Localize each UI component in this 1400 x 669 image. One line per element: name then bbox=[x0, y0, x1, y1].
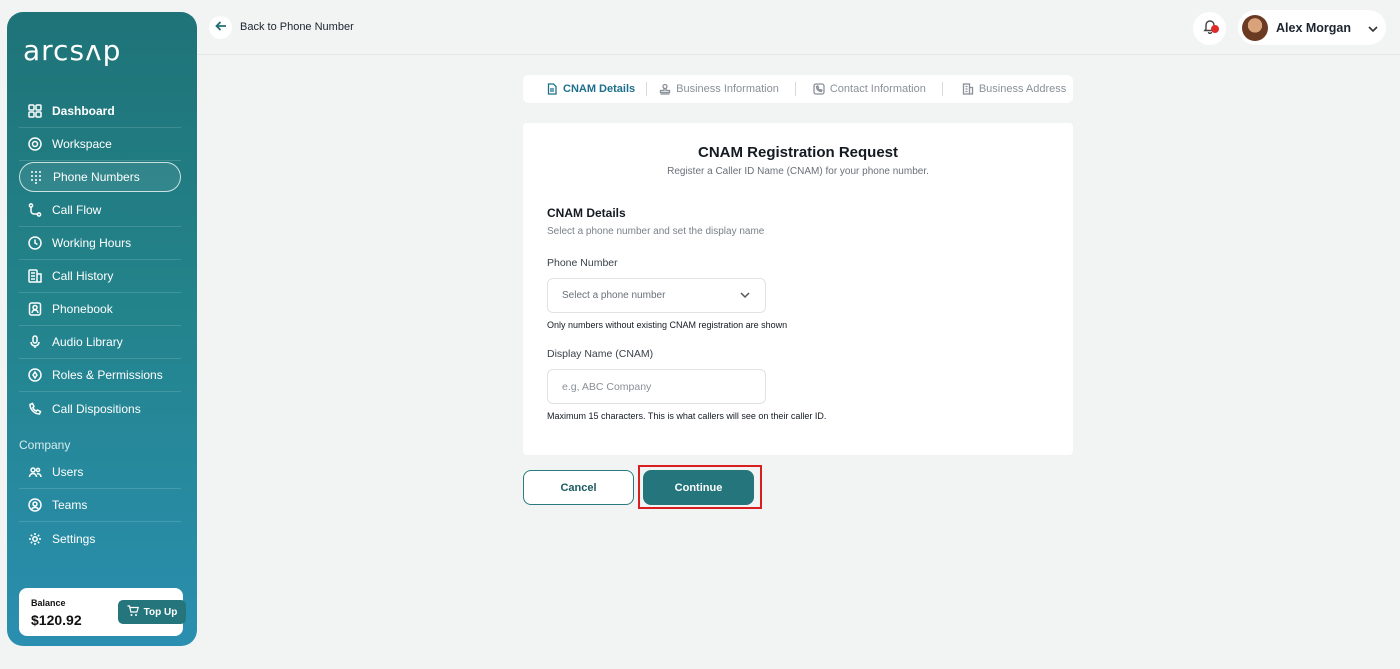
sidebar-item-dashboard[interactable]: Dashboard bbox=[19, 95, 181, 128]
sidebar-item-teams[interactable]: Teams bbox=[19, 489, 181, 522]
sidebar-item-label: Call History bbox=[52, 269, 114, 283]
balance-value: $120.92 bbox=[31, 612, 82, 628]
sidebar-item-label: Call Flow bbox=[52, 203, 102, 217]
sidebar-item-label: Users bbox=[52, 465, 84, 479]
step-divider bbox=[941, 82, 943, 96]
sidebar-item-label: Call Dispositions bbox=[52, 401, 141, 416]
company-section-title: Company bbox=[19, 438, 71, 452]
contact-book-icon bbox=[28, 302, 42, 316]
phone-icon bbox=[28, 402, 42, 416]
step-label: Business Address bbox=[978, 83, 1067, 95]
history-icon bbox=[28, 269, 42, 283]
sidebar-item-roles-permissions[interactable]: Roles & Permissions bbox=[19, 359, 181, 392]
step-contact-information[interactable]: Contact Information bbox=[813, 83, 926, 95]
brand-logo[interactable]: arcsʌp bbox=[23, 34, 121, 67]
step-label: Contact Information bbox=[829, 83, 926, 95]
step-business-information[interactable]: Business Information bbox=[659, 83, 779, 95]
progress-steps: CNAM Details Business Information Contac… bbox=[523, 75, 1073, 103]
top-up-button[interactable]: Top Up bbox=[118, 600, 186, 624]
sidebar-item-call-history[interactable]: Call History bbox=[19, 260, 181, 293]
user-name: Alex Morgan bbox=[1276, 20, 1352, 35]
sidebar-item-label: Workspace bbox=[52, 137, 112, 151]
sidebar-item-label: Phonebook bbox=[52, 302, 113, 316]
chevron-down-icon bbox=[1367, 22, 1379, 34]
document-icon bbox=[547, 83, 557, 95]
sidebar-item-call-flow[interactable]: Call Flow bbox=[19, 194, 181, 227]
chevron-down-icon bbox=[739, 289, 751, 304]
step-label: Business Information bbox=[676, 83, 779, 95]
contact-phone-icon bbox=[813, 83, 825, 95]
phone-number-hint: Only numbers without existing CNAM regis… bbox=[547, 320, 788, 330]
step-business-address[interactable]: Business Address bbox=[962, 83, 1066, 95]
avatar bbox=[1242, 14, 1268, 41]
sidebar-nav: Dashboard Workspace Phone Numbers Call F… bbox=[19, 95, 181, 425]
step-divider bbox=[646, 82, 648, 96]
balance-label: Balance bbox=[31, 598, 66, 608]
sidebar-item-phone-numbers[interactable]: Phone Numbers bbox=[19, 162, 181, 192]
sidebar-item-phonebook[interactable]: Phonebook bbox=[19, 293, 181, 326]
notifications-button[interactable] bbox=[1193, 12, 1226, 45]
sidebar-item-call-dispositions[interactable]: Call Dispositions bbox=[19, 392, 181, 425]
sidebar-item-working-hours[interactable]: Working Hours bbox=[19, 227, 181, 260]
sidebar-item-label: Phone Numbers bbox=[53, 170, 140, 184]
page-subtitle: Register a Caller ID Name (CNAM) for you… bbox=[667, 166, 929, 177]
sidebar-item-label: Teams bbox=[52, 498, 88, 512]
company-nav: Users Teams Settings bbox=[19, 456, 181, 555]
sidebar-item-label: Dashboard bbox=[52, 104, 115, 118]
clock-icon bbox=[28, 236, 42, 250]
notification-badge bbox=[1211, 25, 1219, 33]
lifebuoy-icon bbox=[28, 137, 42, 151]
flow-icon bbox=[28, 203, 42, 217]
shield-icon bbox=[28, 368, 42, 382]
grid-icon bbox=[28, 104, 42, 118]
sidebar-item-users[interactable]: Users bbox=[19, 456, 181, 489]
users-icon bbox=[28, 465, 42, 479]
display-name-input[interactable] bbox=[547, 369, 766, 404]
sidebar: arcsʌp Dashboard Workspace Phone Numbers… bbox=[7, 12, 197, 646]
gear-icon bbox=[28, 532, 42, 546]
section-subtitle: Select a phone number and set the displa… bbox=[547, 226, 765, 237]
page-title: CNAM Registration Request bbox=[697, 144, 899, 161]
sidebar-item-label: Roles & Permissions bbox=[52, 368, 163, 382]
sidebar-item-settings[interactable]: Settings bbox=[19, 522, 181, 555]
back-link[interactable]: Back to Phone Number bbox=[240, 21, 354, 33]
phone-number-label: Phone Number bbox=[547, 257, 618, 269]
back-button[interactable] bbox=[209, 16, 232, 39]
user-menu[interactable]: Alex Morgan bbox=[1238, 10, 1386, 45]
arrow-left-icon bbox=[214, 19, 227, 37]
step-divider bbox=[794, 82, 796, 96]
stamp-icon bbox=[659, 83, 671, 95]
microphone-icon bbox=[28, 335, 42, 349]
phone-number-placeholder: Select a phone number bbox=[562, 290, 666, 301]
top-header: Back to Phone Number Alex Morgan bbox=[197, 0, 1400, 55]
team-icon bbox=[28, 498, 42, 512]
sidebar-item-label: Audio Library bbox=[52, 335, 123, 349]
phone-number-select[interactable]: Select a phone number bbox=[547, 278, 766, 313]
display-name-label: Display Name (CNAM) bbox=[547, 348, 654, 360]
cancel-button[interactable]: Cancel bbox=[523, 470, 634, 505]
keypad-icon bbox=[29, 170, 43, 184]
step-label: CNAM Details bbox=[563, 83, 636, 95]
step-cnam-details[interactable]: CNAM Details bbox=[546, 83, 635, 95]
sidebar-item-label: Working Hours bbox=[52, 236, 132, 250]
continue-button[interactable]: Continue bbox=[643, 470, 754, 505]
section-title: CNAM Details bbox=[547, 206, 626, 220]
sidebar-item-label: Settings bbox=[52, 531, 96, 546]
top-up-label: Top Up bbox=[143, 606, 178, 618]
cart-icon bbox=[127, 604, 139, 620]
balance-card: Balance $120.92 Top Up bbox=[19, 588, 186, 636]
sidebar-item-workspace[interactable]: Workspace bbox=[19, 128, 181, 161]
sidebar-item-audio-library[interactable]: Audio Library bbox=[19, 326, 181, 359]
display-name-hint: Maximum 15 characters. This is what call… bbox=[547, 411, 827, 421]
building-icon bbox=[962, 83, 973, 95]
cnam-form-card: CNAM Registration Request Register a Cal… bbox=[523, 123, 1073, 455]
